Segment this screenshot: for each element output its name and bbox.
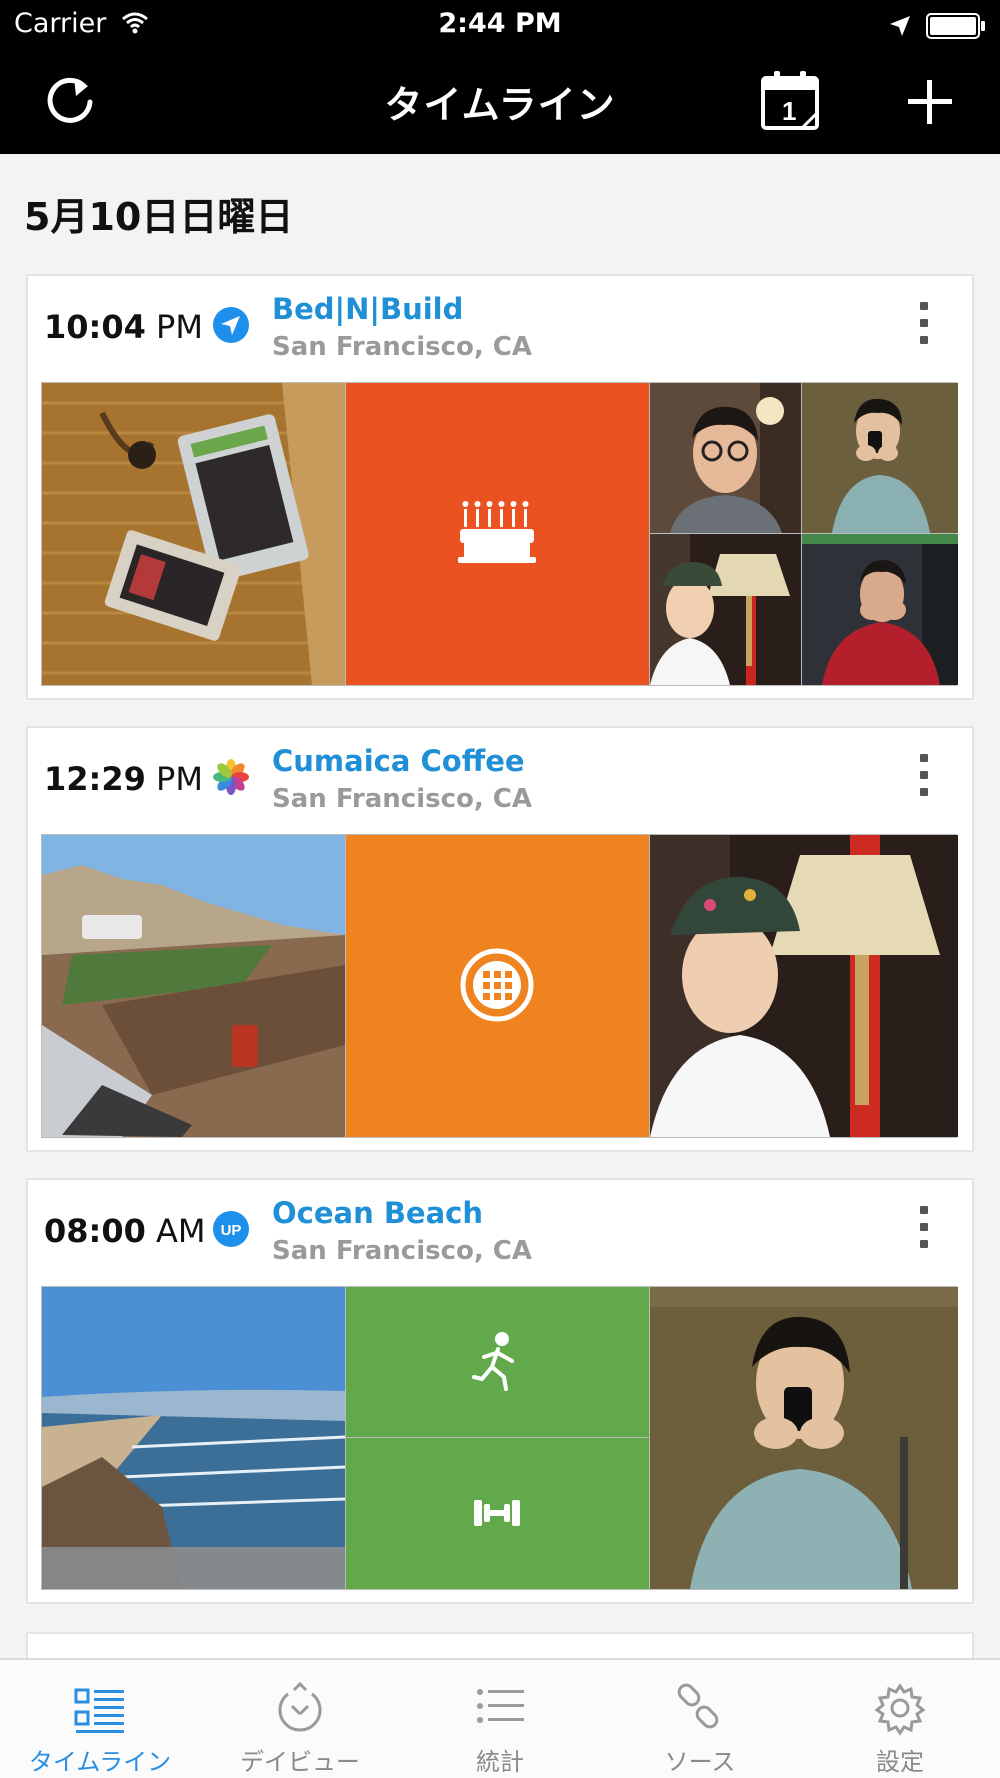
card-time-ampm: PM: [156, 308, 203, 346]
gear-icon: [874, 1683, 926, 1736]
event-tile[interactable]: [346, 835, 649, 1137]
place-location: San Francisco, CA: [272, 332, 533, 362]
link-icon: [677, 1683, 719, 1729]
media-grid: [41, 382, 958, 686]
place-name-link[interactable]: Ocean Beach: [272, 1196, 483, 1230]
photo-tile[interactable]: [42, 835, 345, 1137]
timeline-card[interactable]: 10:04 PM Bed|N|Build San Francisco, CA: [26, 274, 974, 700]
calendar-icon[interactable]: 1: [760, 68, 822, 134]
card-time-value: 08:00: [44, 1212, 146, 1250]
tab-label: デイビュー: [240, 1748, 360, 1776]
tab-label: ソース: [664, 1748, 736, 1776]
media-grid: [41, 1286, 958, 1590]
card-time-value: 12:29: [44, 760, 146, 798]
photo-man-lamp: [650, 835, 958, 1137]
place-name-link[interactable]: Cumaica Coffee: [272, 744, 525, 778]
tab-stats[interactable]: 統計: [400, 1660, 600, 1778]
timeline-list-icon: [74, 1688, 124, 1733]
timeline-card[interactable]: 08:00 AM UP Ocean Beach San Francisco, C…: [26, 1178, 974, 1604]
more-options-icon[interactable]: [914, 302, 934, 354]
photo-mirror-selfie-small: [802, 383, 958, 533]
tab-label: タイムライン: [28, 1748, 172, 1776]
battery-icon: [926, 13, 985, 39]
tab-label: 設定: [876, 1748, 924, 1776]
navigation-bar: タイムライン 1: [0, 52, 1000, 154]
card-time: 08:00 AM: [44, 1212, 206, 1250]
photo-cafe-street: [42, 835, 345, 1137]
photo-bag-tea: [42, 383, 345, 685]
tab-bar: タイムライン デイビュー 統計 ソース 設定: [0, 1658, 1000, 1778]
app-root: Carrier 2:44 PM タイムライン 1 5月10日日曜日 10:04 …: [0, 0, 1000, 1778]
photo-selfie-glasses: [650, 383, 801, 533]
photo-tile[interactable]: [42, 1287, 345, 1589]
tab-sources[interactable]: ソース: [600, 1660, 800, 1778]
photo-man-lamp-small: [650, 534, 801, 685]
tab-day-view[interactable]: デイビュー: [200, 1660, 400, 1778]
date-header: 5月10日日曜日: [24, 195, 294, 239]
photo-tile[interactable]: [650, 1287, 958, 1589]
event-tile[interactable]: [346, 383, 649, 685]
timeline-card[interactable]: 12:29 PM Cumaica Coffee San Francisco, C…: [26, 726, 974, 1152]
place-location: San Francisco, CA: [272, 1236, 533, 1266]
photos-flower-icon: [213, 759, 249, 795]
tab-settings[interactable]: 設定: [800, 1660, 1000, 1778]
place-location: San Francisco, CA: [272, 784, 533, 814]
tab-label: 統計: [476, 1748, 524, 1776]
photo-tile[interactable]: [802, 534, 958, 685]
card-time-ampm: AM: [156, 1212, 206, 1250]
photo-tile[interactable]: [42, 383, 345, 685]
media-grid: [41, 834, 958, 1138]
photo-mirror-selfie: [650, 1287, 958, 1589]
up-badge-icon: UP: [213, 1211, 249, 1247]
photo-tile[interactable]: [650, 383, 801, 533]
up-badge-text: UP: [221, 1222, 242, 1239]
waffle-icon: [460, 948, 534, 1022]
status-bar: Carrier 2:44 PM: [0, 0, 1000, 52]
activity-tile[interactable]: [346, 1438, 649, 1589]
add-icon[interactable]: [902, 74, 958, 130]
card-time: 12:29 PM: [44, 760, 203, 798]
photo-tile[interactable]: [650, 835, 958, 1137]
day-view-icon: [278, 1682, 322, 1732]
photo-ocean-beach: [42, 1287, 345, 1589]
more-options-icon[interactable]: [914, 1206, 934, 1258]
photo-tile[interactable]: [802, 383, 958, 533]
photo-tile[interactable]: [650, 534, 801, 685]
calendar-day-number: 1: [782, 96, 796, 126]
stats-list-icon: [477, 1689, 524, 1723]
card-time-value: 10:04: [44, 308, 146, 346]
card-time-ampm: PM: [156, 760, 203, 798]
nav-title: タイムライン: [384, 83, 616, 127]
place-name-link[interactable]: Bed|N|Build: [272, 292, 463, 326]
tab-timeline[interactable]: タイムライン: [0, 1660, 200, 1778]
dumbbell-icon: [474, 1500, 520, 1526]
more-options-icon[interactable]: [914, 754, 934, 806]
card-time: 10:04 PM: [44, 308, 203, 346]
activity-tile[interactable]: [346, 1287, 649, 1437]
status-time: 2:44 PM: [438, 8, 562, 39]
location-services-icon: [890, 16, 910, 36]
photo-red-sweater: [802, 534, 958, 685]
birthday-cake-icon: [458, 501, 536, 563]
location-arrow-icon: [213, 307, 249, 343]
running-icon: [472, 1332, 514, 1391]
